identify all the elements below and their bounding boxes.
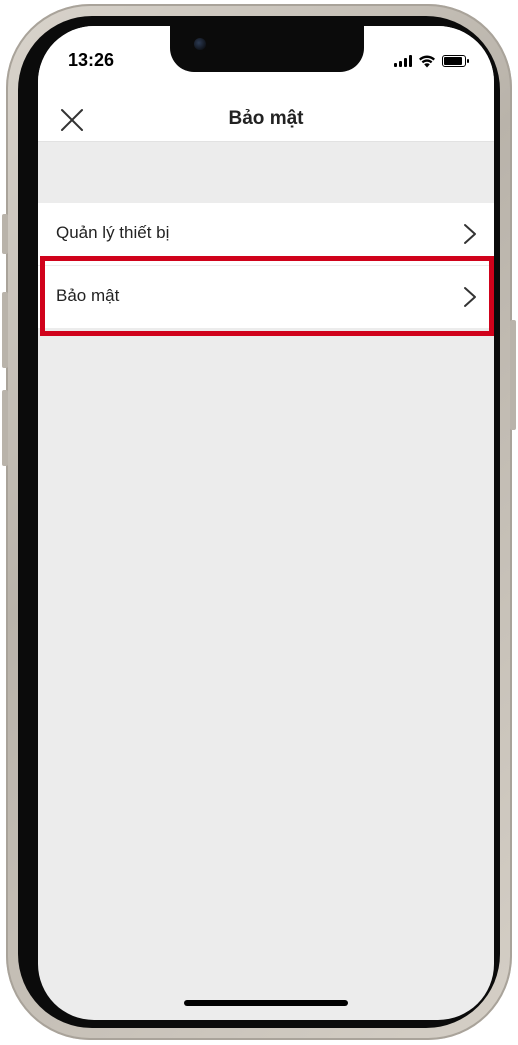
mute-switch <box>2 214 8 254</box>
list-item-device-management[interactable]: Quản lý thiết bị <box>38 203 494 265</box>
status-icons <box>394 54 469 68</box>
volume-up-button <box>2 292 8 368</box>
chevron-right-icon <box>464 224 476 244</box>
notch <box>170 26 364 72</box>
volume-down-button <box>2 390 8 466</box>
nav-bar: Bảo mật <box>38 98 494 142</box>
chevron-right-icon <box>464 287 476 307</box>
settings-list: Quản lý thiết bị Bảo mật <box>38 203 494 328</box>
camera-icon <box>194 38 206 50</box>
power-button <box>510 320 516 430</box>
list-item-security[interactable]: Bảo mật <box>38 266 494 328</box>
home-indicator[interactable] <box>184 1000 348 1006</box>
wifi-icon <box>419 55 435 68</box>
list-item-label: Bảo mật <box>56 286 120 305</box>
screen: 13:26 Bảo mật Quản lý thiết bị Bảo mật <box>38 26 494 1020</box>
page-title: Bảo mật <box>228 108 304 129</box>
list-item-label: Quản lý thiết bị <box>56 223 170 242</box>
status-time: 13:26 <box>68 50 115 70</box>
status-bar: 13:26 <box>38 26 494 98</box>
battery-icon <box>442 55 469 67</box>
signal-icon <box>394 55 412 67</box>
battery-level <box>444 57 462 65</box>
